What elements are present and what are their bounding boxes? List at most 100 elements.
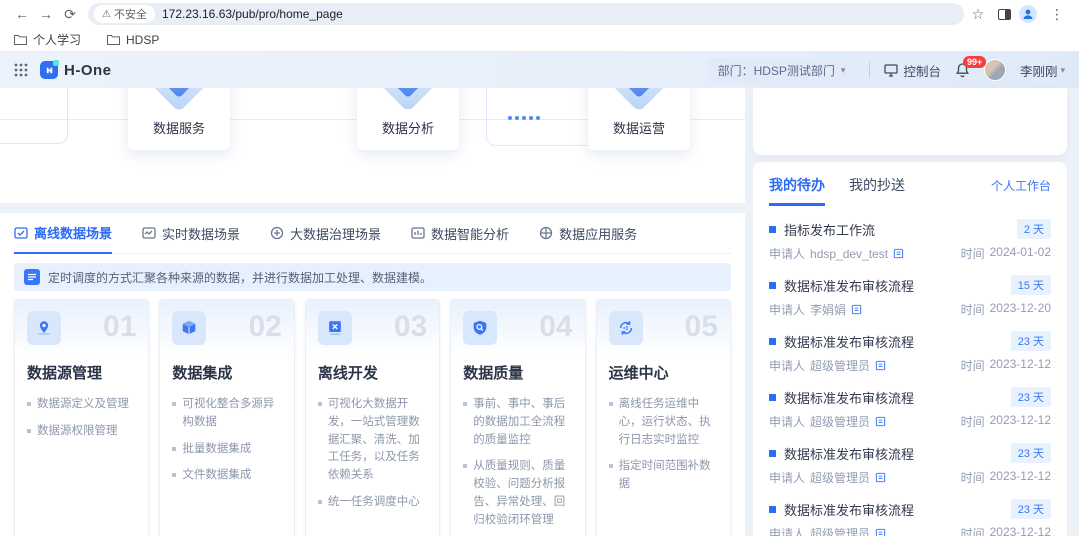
console-button[interactable]: 控制台 — [884, 61, 941, 80]
time-label: 时间 — [961, 525, 985, 536]
tab-my-cc[interactable]: 我的抄送 — [849, 175, 905, 203]
card-ops-center[interactable]: 05 运维中心 离线任务运维中心，运行状态、执行日志实时监控 指定时间范围补数据 — [596, 299, 731, 536]
tab-intelligent-analysis[interactable]: 数据智能分析 — [411, 223, 509, 253]
card-number: 03 — [394, 311, 427, 356]
bookmark-folder-personal[interactable]: 个人学习 — [14, 31, 81, 48]
tab-realtime-data[interactable]: 实时数据场景 — [142, 223, 240, 253]
scenario-description-banner: 定时调度的方式汇聚各种来源的数据，并进行数据加工处理、数据建模。 — [14, 263, 731, 291]
browser-profile-icon[interactable] — [1019, 5, 1037, 23]
personal-workbench-link[interactable]: 个人工作台 — [991, 177, 1051, 194]
applicant-name: 超级管理员 — [810, 357, 870, 374]
info-list-icon — [24, 269, 40, 285]
app-header: H-One 部门：HDSP测试部门 ▾ 控制台 99+ 李刚刚 ▾ — [0, 52, 1079, 88]
flow-diagram-section: 数据服务 数据分析 数据运营 — [0, 88, 745, 203]
reload-button[interactable]: ⟳ — [58, 6, 82, 23]
flow-node-label: 数据运营 — [613, 118, 665, 137]
card-data-quality[interactable]: 04 数据质量 事前、事中、事后的数据加工全流程的质量监控 从质量规则、质量校验… — [450, 299, 585, 536]
user-name: 李刚刚 — [1020, 61, 1058, 80]
detail-doc-icon[interactable] — [851, 304, 862, 315]
applicant-label: 申请人 — [769, 301, 805, 318]
card-feature-item: 数据源权限管理 — [27, 423, 136, 441]
side-panel-icon[interactable] — [998, 9, 1011, 20]
detail-doc-icon[interactable] — [875, 360, 886, 371]
applicant-name: 李娟娟 — [810, 301, 846, 318]
tab-label: 数据智能分析 — [431, 224, 509, 243]
tab-offline-data[interactable]: 离线数据场景 — [14, 223, 112, 254]
shield-search-glyph — [471, 319, 489, 337]
department-selector[interactable]: 部门：HDSP测试部门 ▾ — [708, 58, 856, 83]
bullet-icon — [769, 338, 776, 345]
todo-item[interactable]: 数据标准发布审核流程 15 天 申请人 李娟娟 时间 2023-12-20 — [769, 275, 1051, 318]
datasource-pin-icon — [27, 311, 61, 345]
back-button[interactable]: ← — [10, 6, 34, 22]
bookmark-label: HDSP — [126, 33, 159, 47]
detail-doc-icon[interactable] — [893, 248, 904, 259]
ops-sync-icon — [609, 311, 643, 345]
todo-item[interactable]: 数据标准发布审核流程 23 天 申请人 超级管理员 时间 2023-12-12 — [769, 443, 1051, 486]
h-one-logo[interactable]: H-One — [40, 61, 112, 79]
todo-time: 2023-12-12 — [990, 357, 1051, 374]
integration-box-icon — [172, 311, 206, 345]
days-badge: 15 天 — [1011, 275, 1051, 295]
todo-item[interactable]: 数据标准发布审核流程 23 天 申请人 超级管理员 时间 2023-12-12 — [769, 331, 1051, 374]
todo-title: 数据标准发布审核流程 — [784, 444, 1003, 463]
todo-title: 指标发布工作流 — [784, 220, 1009, 239]
time-label: 时间 — [961, 413, 985, 430]
tab-app-service[interactable]: 数据应用服务 — [539, 223, 637, 253]
todo-item[interactable]: 数据标准发布审核流程 23 天 申请人 超级管理员 时间 2023-12-12 — [769, 499, 1051, 536]
doc-x-glyph — [326, 319, 344, 337]
bullet-icon — [769, 450, 776, 457]
forward-button[interactable]: → — [34, 6, 58, 22]
address-bar[interactable]: ⚠ 不安全 172.23.16.63/pub/pro/home_page — [88, 3, 964, 25]
todo-title: 数据标准发布审核流程 — [784, 332, 1003, 351]
browser-menu-icon[interactable]: ⋮ — [1045, 6, 1069, 23]
applicant-name: 超级管理员 — [810, 525, 870, 536]
apps-grid-icon[interactable] — [14, 63, 28, 77]
time-label: 时间 — [961, 301, 985, 318]
notifications-button[interactable]: 99+ — [955, 62, 970, 78]
folder-icon — [14, 34, 27, 45]
cube-3d-icon — [380, 88, 437, 112]
list-glyph — [27, 272, 37, 282]
flow-node-data-analysis[interactable]: 数据分析 — [357, 88, 459, 150]
todo-item[interactable]: 指标发布工作流 2 天 申请人 hdsp_dev_test 时间 2024-01… — [769, 219, 1051, 262]
days-badge: 23 天 — [1011, 331, 1051, 351]
card-title: 数据集成 — [172, 362, 281, 383]
folder-icon — [107, 34, 120, 45]
offline-dev-doc-icon — [318, 311, 352, 345]
scenario-section: 离线数据场景 实时数据场景 大数据治理场景 数据智能分析 数据应用服务 — [0, 213, 745, 536]
app-title: H-One — [64, 62, 112, 79]
todo-item[interactable]: 数据标准发布审核流程 23 天 申请人 超级管理员 时间 2023-12-12 — [769, 387, 1051, 430]
detail-doc-icon[interactable] — [875, 416, 886, 427]
offline-scene-icon — [14, 226, 28, 240]
flow-node-data-operation[interactable]: 数据运营 — [588, 88, 690, 150]
user-avatar[interactable] — [984, 59, 1006, 81]
console-label: 控制台 — [903, 61, 941, 80]
detail-doc-icon[interactable] — [875, 528, 886, 536]
card-data-integration[interactable]: 02 数据集成 可视化整合多源异构数据 批量数据集成 文件数据集成 — [159, 299, 294, 536]
tab-data-governance[interactable]: 大数据治理场景 — [270, 223, 381, 253]
cube-3d-icon — [611, 88, 668, 112]
governance-scene-icon — [270, 226, 284, 240]
bullet-icon — [769, 394, 776, 401]
url-text: 172.23.16.63/pub/pro/home_page — [162, 7, 343, 21]
bullet-icon — [769, 282, 776, 289]
card-title: 数据质量 — [463, 362, 572, 383]
security-chip[interactable]: ⚠ 不安全 — [94, 5, 155, 23]
user-menu[interactable]: 李刚刚 ▾ — [1020, 61, 1065, 80]
time-label: 时间 — [961, 245, 985, 262]
logo-glyph — [44, 65, 55, 76]
days-badge: 23 天 — [1011, 443, 1051, 463]
todo-time: 2023-12-12 — [990, 413, 1051, 430]
tab-label: 实时数据场景 — [162, 224, 240, 243]
flow-node-data-service[interactable]: 数据服务 — [128, 88, 230, 150]
app-service-scene-icon — [539, 226, 553, 240]
main-content: 数据服务 数据分析 数据运营 离线数据场景 实时数据场景 大数据治理场景 — [0, 88, 1079, 536]
bookmark-folder-hdsp[interactable]: HDSP — [107, 33, 159, 47]
card-datasource-management[interactable]: 01 数据源管理 数据源定义及管理 数据源权限管理 — [14, 299, 149, 536]
bookmark-star-icon[interactable]: ☆ — [966, 6, 990, 23]
card-offline-development[interactable]: 03 离线开发 可视化大数据开发，一站式管理数据汇聚、清洗、加工任务，以及任务依… — [305, 299, 440, 536]
card-feature-item: 指定时间范围补数据 — [609, 458, 718, 494]
tab-my-todo[interactable]: 我的待办 — [769, 175, 825, 206]
detail-doc-icon[interactable] — [875, 472, 886, 483]
